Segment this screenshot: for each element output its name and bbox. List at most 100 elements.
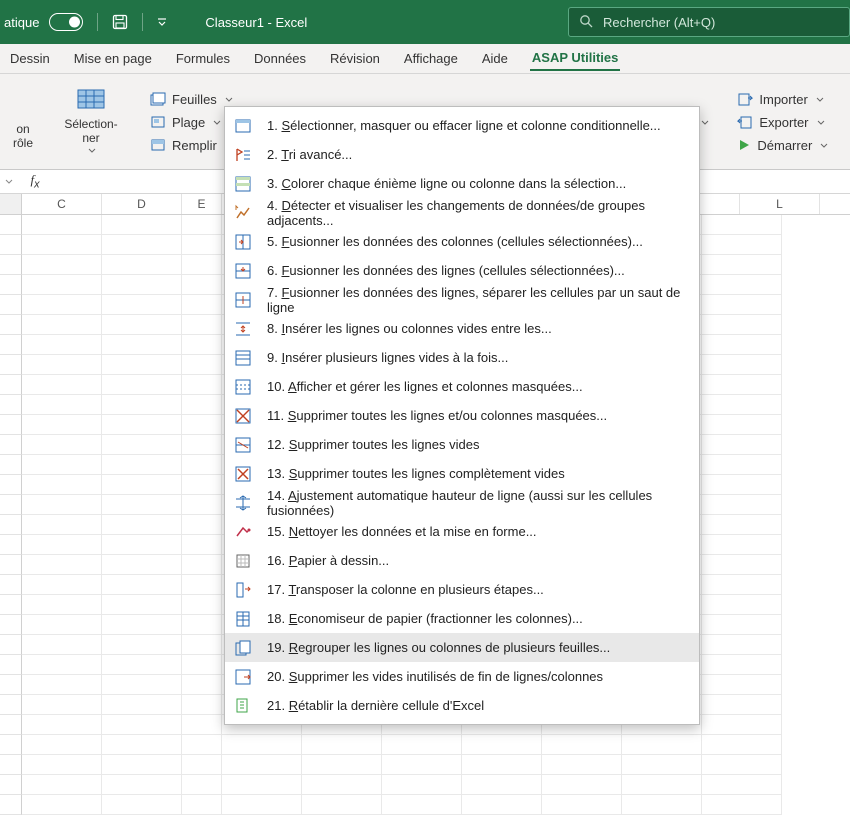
cell[interactable] bbox=[182, 695, 222, 715]
cell[interactable] bbox=[22, 335, 102, 355]
cell[interactable] bbox=[702, 475, 782, 495]
cell[interactable] bbox=[102, 435, 182, 455]
cell[interactable] bbox=[102, 375, 182, 395]
cell[interactable] bbox=[22, 515, 102, 535]
cell[interactable] bbox=[102, 455, 182, 475]
cell[interactable] bbox=[702, 755, 782, 775]
cell[interactable] bbox=[102, 695, 182, 715]
row-head[interactable] bbox=[0, 655, 22, 675]
cell[interactable] bbox=[182, 755, 222, 775]
cell[interactable] bbox=[702, 555, 782, 575]
cell[interactable] bbox=[182, 215, 222, 235]
cell[interactable] bbox=[182, 655, 222, 675]
cell[interactable] bbox=[102, 755, 182, 775]
row-head[interactable] bbox=[0, 535, 22, 555]
cell[interactable] bbox=[382, 775, 462, 795]
cell[interactable] bbox=[462, 795, 542, 815]
cell[interactable] bbox=[102, 575, 182, 595]
cell[interactable] bbox=[182, 535, 222, 555]
cell[interactable] bbox=[702, 595, 782, 615]
importer-button[interactable]: Importer bbox=[733, 91, 832, 108]
row-head[interactable] bbox=[0, 735, 22, 755]
cell[interactable] bbox=[702, 715, 782, 735]
cell[interactable] bbox=[182, 275, 222, 295]
cell[interactable] bbox=[702, 695, 782, 715]
qat-customize-icon[interactable] bbox=[157, 17, 167, 27]
cell[interactable] bbox=[382, 735, 462, 755]
menu-item-18[interactable]: 18. Economiseur de papier (fractionner l… bbox=[225, 604, 699, 633]
cell[interactable] bbox=[22, 735, 102, 755]
cell[interactable] bbox=[222, 795, 302, 815]
cell[interactable] bbox=[702, 275, 782, 295]
cell[interactable] bbox=[182, 295, 222, 315]
row-head[interactable] bbox=[0, 575, 22, 595]
exporter-button[interactable]: Exporter bbox=[733, 114, 832, 131]
cell[interactable] bbox=[182, 615, 222, 635]
tab-aide[interactable]: Aide bbox=[480, 51, 510, 66]
row-head[interactable] bbox=[0, 415, 22, 435]
cell[interactable] bbox=[102, 775, 182, 795]
cell[interactable] bbox=[102, 615, 182, 635]
cell[interactable] bbox=[102, 355, 182, 375]
cell[interactable] bbox=[22, 315, 102, 335]
cell[interactable] bbox=[542, 795, 622, 815]
cell[interactable] bbox=[182, 355, 222, 375]
cell[interactable] bbox=[22, 715, 102, 735]
cell[interactable] bbox=[702, 295, 782, 315]
fx-icon[interactable]: fx bbox=[22, 172, 48, 191]
cell[interactable] bbox=[102, 515, 182, 535]
row-head[interactable] bbox=[0, 295, 22, 315]
cell[interactable] bbox=[22, 595, 102, 615]
cell[interactable] bbox=[102, 715, 182, 735]
menu-item-9[interactable]: 9. Insérer plusieurs lignes vides à la f… bbox=[225, 343, 699, 372]
cell[interactable] bbox=[22, 615, 102, 635]
cell[interactable] bbox=[102, 655, 182, 675]
row-head[interactable] bbox=[0, 555, 22, 575]
cell[interactable] bbox=[382, 795, 462, 815]
row-head[interactable] bbox=[0, 595, 22, 615]
cell[interactable] bbox=[382, 755, 462, 775]
cell[interactable] bbox=[102, 795, 182, 815]
cell[interactable] bbox=[22, 655, 102, 675]
menu-item-8[interactable]: 8. Insérer les lignes ou colonnes vides … bbox=[225, 314, 699, 343]
cell[interactable] bbox=[22, 415, 102, 435]
cell[interactable] bbox=[182, 415, 222, 435]
cell[interactable] bbox=[22, 475, 102, 495]
row-head[interactable] bbox=[0, 235, 22, 255]
menu-item-17[interactable]: 17. Transposer la colonne en plusieurs é… bbox=[225, 575, 699, 604]
cell[interactable] bbox=[182, 795, 222, 815]
cell[interactable] bbox=[702, 515, 782, 535]
cell[interactable] bbox=[22, 675, 102, 695]
menu-item-1[interactable]: 1. Sélectionner, masquer ou effacer lign… bbox=[225, 111, 699, 140]
menu-item-10[interactable]: 10. Afficher et gérer les lignes et colo… bbox=[225, 372, 699, 401]
cell[interactable] bbox=[102, 535, 182, 555]
cell[interactable] bbox=[182, 715, 222, 735]
row-head[interactable] bbox=[0, 475, 22, 495]
row-head[interactable] bbox=[0, 275, 22, 295]
cell[interactable] bbox=[22, 495, 102, 515]
cell[interactable] bbox=[702, 575, 782, 595]
cell[interactable] bbox=[702, 655, 782, 675]
cell[interactable] bbox=[22, 215, 102, 235]
menu-item-2[interactable]: 2. Tri avancé... bbox=[225, 140, 699, 169]
menu-item-13[interactable]: 13. Supprimer toutes les lignes complète… bbox=[225, 459, 699, 488]
tab-mise-en-page[interactable]: Mise en page bbox=[72, 51, 154, 66]
cell[interactable] bbox=[462, 735, 542, 755]
cell[interactable] bbox=[302, 735, 382, 755]
cell[interactable] bbox=[702, 735, 782, 755]
cell[interactable] bbox=[22, 695, 102, 715]
cell[interactable] bbox=[22, 375, 102, 395]
autosave-toggle[interactable] bbox=[49, 13, 83, 31]
menu-item-12[interactable]: 12. Supprimer toutes les lignes vides bbox=[225, 430, 699, 459]
row-head[interactable] bbox=[0, 715, 22, 735]
cell[interactable] bbox=[182, 395, 222, 415]
cell[interactable] bbox=[22, 795, 102, 815]
cell[interactable] bbox=[702, 235, 782, 255]
cell[interactable] bbox=[182, 315, 222, 335]
cell[interactable] bbox=[182, 455, 222, 475]
row-head[interactable] bbox=[0, 355, 22, 375]
cell[interactable] bbox=[102, 735, 182, 755]
cell[interactable] bbox=[702, 355, 782, 375]
tab-dessin[interactable]: Dessin bbox=[8, 51, 52, 66]
cell[interactable] bbox=[22, 755, 102, 775]
